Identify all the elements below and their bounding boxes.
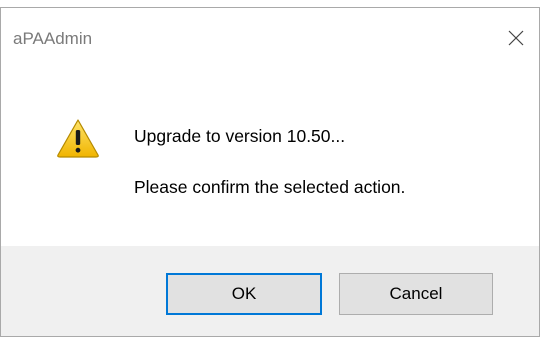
- title-bar[interactable]: aPAAdmin: [1, 8, 539, 66]
- screen: aPAAdmin Upgrade to version 10.50... Ple…: [0, 0, 544, 343]
- close-icon: [508, 30, 524, 46]
- cancel-button[interactable]: Cancel: [339, 273, 493, 315]
- ok-button[interactable]: OK: [166, 273, 322, 315]
- close-button[interactable]: [493, 16, 539, 60]
- message-line-1: Upgrade to version 10.50...: [134, 126, 346, 146]
- warning-icon: [57, 119, 99, 158]
- button-bar: OK Cancel: [1, 246, 539, 336]
- window-title: aPAAdmin: [13, 29, 93, 48]
- message-area: Upgrade to version 10.50... Please confi…: [1, 66, 539, 246]
- message-dialog: aPAAdmin Upgrade to version 10.50... Ple…: [0, 7, 540, 337]
- message-line-2: Please confirm the selected action.: [134, 177, 406, 197]
